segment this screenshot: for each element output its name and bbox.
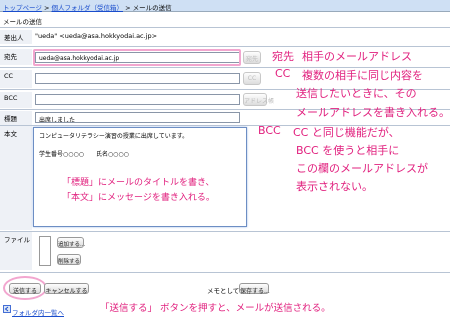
- page-title: メールの送信: [3, 18, 42, 26]
- body-annotation-1: 「標題」にメールのタイトルを書き、: [62, 178, 215, 188]
- body-label: 本文: [0, 126, 32, 230]
- from-value: "ueda" <ueda@asa.hokkyodai.ac.jp>: [35, 32, 158, 40]
- subject-label: 標題: [0, 111, 32, 125]
- divider: [0, 27, 450, 28]
- breadcrumb-folder-link[interactable]: 個人フォルダ（受信箱）: [51, 4, 123, 12]
- cc-field[interactable]: [35, 73, 240, 84]
- attach-add-button[interactable]: 追加する...: [57, 237, 85, 248]
- cc-annotation-desc-1: 複数の相手に同じ内容を: [302, 69, 423, 82]
- address-book-button[interactable]: アドレス帳: [243, 93, 274, 106]
- breadcrumb-top-link[interactable]: トップページ: [3, 4, 42, 12]
- send-button-highlight: [3, 276, 47, 300]
- cc-annotation-term: CC: [275, 67, 291, 80]
- to-field-highlight: [33, 49, 241, 66]
- cc-annotation-desc-2: 送信したいときに、その: [296, 87, 417, 100]
- bcc-label: BCC: [0, 92, 32, 108]
- attachment-list[interactable]: [39, 236, 51, 266]
- attach-delete-button[interactable]: 削除する: [57, 254, 81, 265]
- bcc-annotation-desc-2: BCC を使うと相手に: [296, 144, 400, 157]
- bcc-annotation-desc-1: CC と同じ機能だが、: [293, 126, 400, 139]
- bcc-annotation-term: BCC: [258, 124, 281, 137]
- to-label: 宛先: [0, 49, 32, 65]
- to-annotation-term: 宛先: [272, 50, 294, 63]
- divider: [0, 272, 450, 273]
- bcc-annotation-desc-3: この欄のメールアドレスが: [296, 162, 428, 175]
- body-line-1: コンピュータリテラシー演習の授業に出席しています。: [39, 133, 189, 140]
- file-label: ファイル: [0, 232, 32, 270]
- cancel-button[interactable]: キャンセルする: [44, 283, 89, 295]
- body-annotation-2: 「本文」にメッセージを書き入れる。: [62, 193, 215, 203]
- save-as-memo-label: メモとして: [207, 287, 240, 295]
- save-button[interactable]: 保存する...: [239, 283, 270, 295]
- to-annotation-desc: 相手のメールアドレス: [302, 50, 412, 63]
- subject-field[interactable]: 出席しました: [35, 112, 240, 123]
- send-annotation: 「送信する」 ボタンを押すと、メールが送信される。: [100, 303, 331, 314]
- breadcrumb: トップページ > 個人フォルダ（受信箱） > メールの送信: [0, 0, 450, 12]
- breadcrumb-separator: >: [125, 4, 131, 12]
- to-address-button[interactable]: 宛先: [243, 51, 261, 64]
- body-line-2: 学生番号○○○○ 氏名○○○○: [39, 151, 129, 158]
- cc-label: CC: [0, 70, 32, 88]
- bcc-field[interactable]: [35, 94, 240, 105]
- back-arrow-icon: [3, 305, 11, 313]
- breadcrumb-current: メールの送信: [132, 4, 172, 12]
- cc-annotation-desc-3: メールアドレスを書き入れる。: [296, 106, 450, 119]
- cc-address-button[interactable]: CC: [243, 72, 261, 85]
- divider: [0, 231, 450, 232]
- divider: [0, 46, 450, 47]
- back-to-folder-link[interactable]: フォルダ内一覧へ: [12, 307, 64, 317]
- bcc-annotation-desc-4: 表示されない。: [296, 180, 373, 193]
- from-label: 差出人: [0, 30, 32, 44]
- breadcrumb-separator: >: [43, 4, 50, 12]
